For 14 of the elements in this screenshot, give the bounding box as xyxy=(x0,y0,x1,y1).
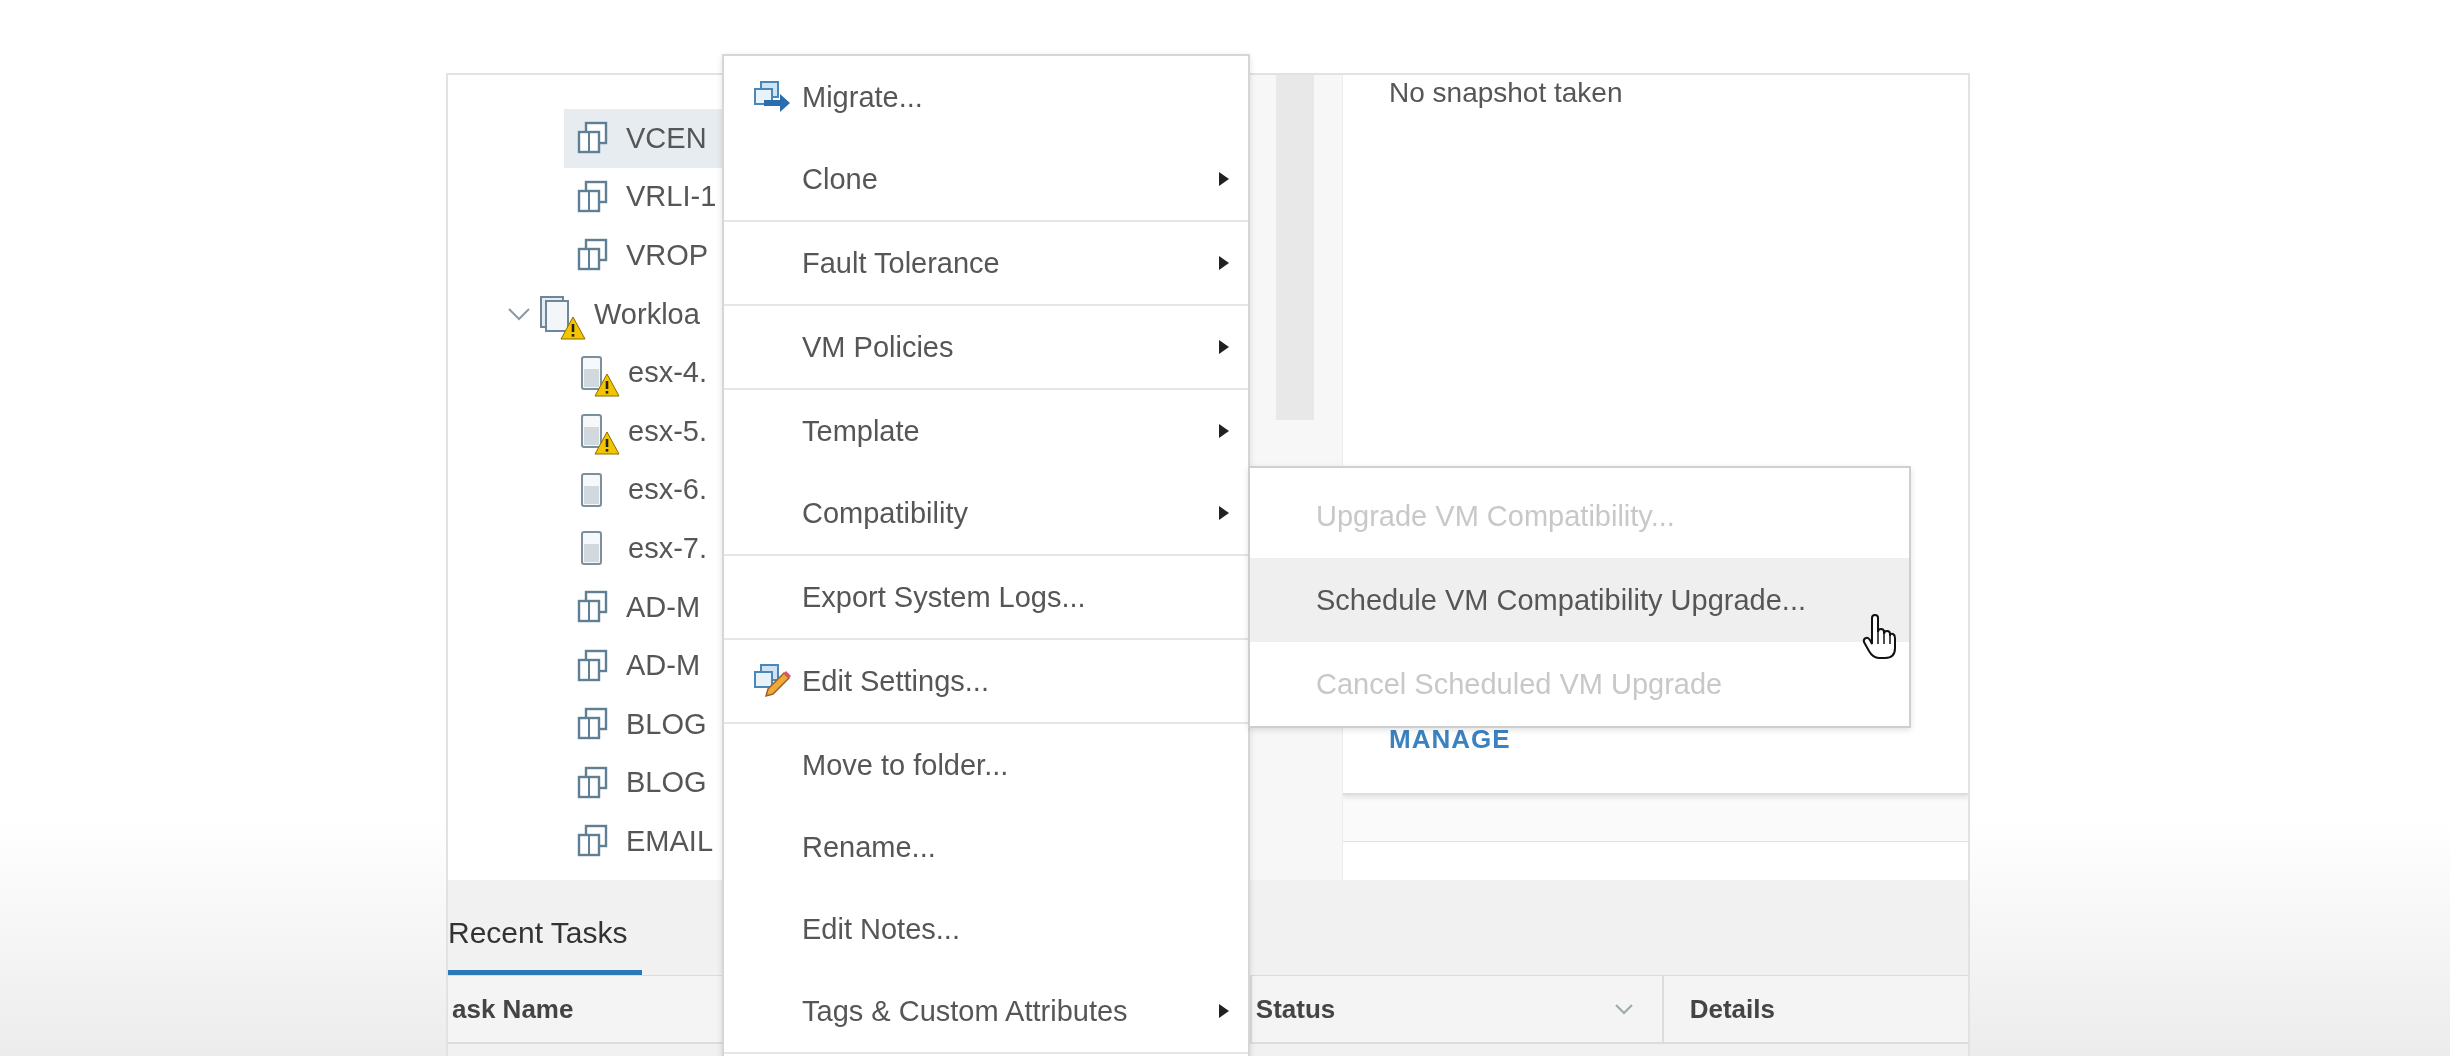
tree-item-label: VRLI-1 xyxy=(626,180,717,214)
snapshot-status: No snapshot taken xyxy=(1389,77,1623,109)
tree-item-label: VROP xyxy=(626,239,709,272)
tree-item-label: Workloa xyxy=(594,297,700,331)
tree-item-label: EMAIL xyxy=(626,824,714,858)
tree-item-label: esx-6. xyxy=(628,473,707,507)
tree-item-label: AD-M xyxy=(626,649,701,683)
tree-item-label: AD-M xyxy=(626,590,701,624)
tree-item-label: BLOG xyxy=(626,766,707,800)
tree-item-label: BLOG xyxy=(626,707,707,741)
tree-item-label: VCEN xyxy=(626,121,707,155)
tree-item-label: esx-5. xyxy=(628,414,707,448)
tree-item-label: esx-7. xyxy=(628,531,707,565)
tree-item-label: esx-4. xyxy=(628,356,707,390)
